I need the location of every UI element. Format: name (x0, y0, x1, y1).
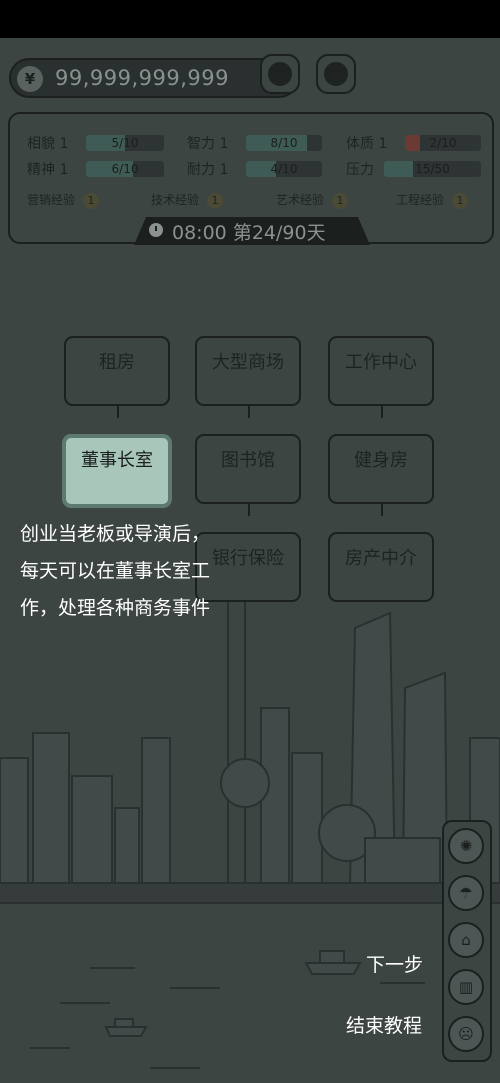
stat-label-looks: 相貌 1 (27, 136, 69, 152)
current-time: 08:00 (172, 222, 227, 244)
location-boardroom-button[interactable]: 董事长室 (62, 434, 172, 508)
chart-icon[interactable]: ▥ (448, 969, 484, 1005)
sad-face-icon[interactable]: ☹ (448, 1016, 484, 1052)
achievement-button[interactable] (260, 54, 300, 94)
location-gym-button[interactable]: 健身房 (328, 434, 434, 516)
end-tutorial-button[interactable]: 结束教程 (346, 1011, 422, 1038)
time-display: 08:00 第24/90天 (134, 217, 370, 245)
status-bar (0, 0, 500, 38)
stat-bar-stress: 15/50 (384, 161, 481, 177)
location-work-center-button[interactable]: 工作中心 (328, 336, 434, 418)
location-realty-button[interactable]: 房产中介 (328, 532, 434, 602)
stat-bar-spirit: 6/10 (86, 161, 164, 177)
exp-technical: 技术经验 1 (151, 191, 224, 209)
stat-bar-endurance: 4/10 (246, 161, 322, 177)
exp-marketing: 营销经验 1 (27, 191, 100, 209)
settings-button[interactable] (316, 54, 356, 94)
tutorial-text: 创业当老板或导演后，每天可以在董事长室工作，处理各种商务事件 (20, 523, 211, 619)
home-plus-icon[interactable]: ⌂ (448, 922, 484, 958)
stat-label-endurance: 耐力 1 (187, 162, 229, 178)
next-step-button[interactable]: 下一步 (366, 950, 423, 977)
game-screen: ¥ 99,999,999,999 相貌 1 5/10 智力 1 8/10 体质 … (0, 0, 500, 1083)
yen-icon: ¥ (17, 66, 43, 92)
stat-bar-physique: 2/10 (405, 135, 481, 151)
stat-label-physique: 体质 1 (346, 136, 388, 152)
side-menu: ✺ ☂ ⌂ ▥ ☹ (442, 820, 492, 1062)
clock-icon (149, 223, 163, 237)
money-amount: 99,999,999,999 (55, 66, 229, 90)
city-scene: ¥ 99,999,999,999 相貌 1 5/10 智力 1 8/10 体质 … (0, 38, 500, 1083)
money-display: ¥ 99,999,999,999 (9, 58, 299, 98)
current-day: 第24/90天 (232, 222, 326, 244)
brain-icon[interactable]: ✺ (448, 828, 484, 864)
exp-art: 艺术经验 1 (276, 191, 349, 209)
location-library-button[interactable]: 图书馆 (195, 434, 301, 516)
exp-engineering: 工程经验 1 (396, 191, 469, 209)
umbrella-icon[interactable]: ☂ (448, 875, 484, 911)
stat-label-intelligence: 智力 1 (187, 136, 229, 152)
stat-label-stress: 压力 (346, 162, 374, 178)
gear-icon (324, 62, 348, 86)
stat-bar-looks: 5/10 (86, 135, 164, 151)
location-mall-button[interactable]: 大型商场 (195, 336, 301, 418)
stat-bar-intelligence: 8/10 (246, 135, 322, 151)
stat-label-spirit: 精神 1 (27, 162, 69, 178)
location-rent-button[interactable]: 租房 (64, 336, 170, 418)
trophy-icon (268, 62, 292, 86)
